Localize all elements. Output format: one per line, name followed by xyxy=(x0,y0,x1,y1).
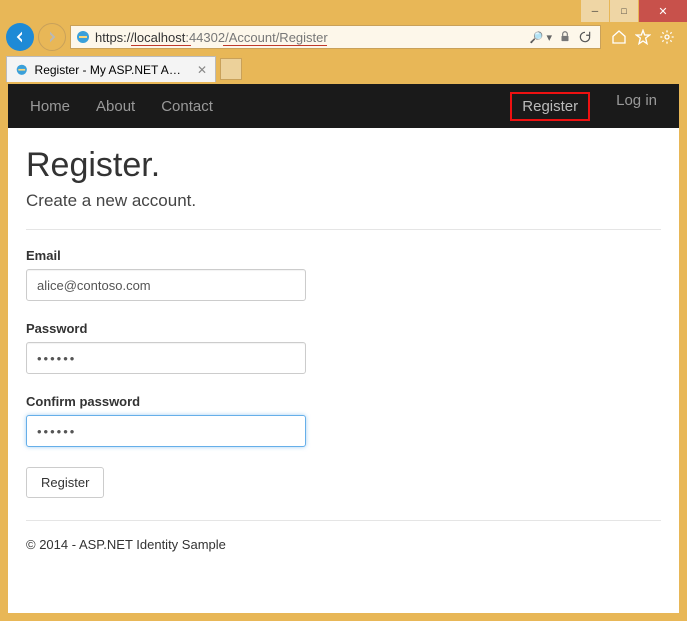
page-title: Register. xyxy=(26,146,661,185)
password-field[interactable] xyxy=(26,342,306,374)
url-underline-path xyxy=(223,45,327,46)
window-titlebar: ─ □ ✕ xyxy=(0,0,687,22)
tab-title: Register - My ASP.NET App... xyxy=(35,63,187,77)
email-field[interactable] xyxy=(26,269,306,301)
refresh-icon[interactable] xyxy=(578,30,592,44)
form-group-confirm: Confirm password xyxy=(26,394,661,447)
home-icon[interactable] xyxy=(611,29,627,45)
confirm-password-field[interactable] xyxy=(26,415,306,447)
url-host: localhost xyxy=(134,30,185,45)
address-bar[interactable]: https://localhost:44302/Account/Register… xyxy=(70,25,601,49)
nav-about[interactable]: About xyxy=(96,98,135,115)
page-body: Register. Create a new account. Email Pa… xyxy=(8,128,679,564)
page-viewport: Home About Contact Register Log in Regis… xyxy=(8,84,679,613)
form-group-password: Password xyxy=(26,321,661,374)
browser-toolbar: https://localhost:44302/Account/Register… xyxy=(0,22,687,52)
browser-tab[interactable]: Register - My ASP.NET App... ✕ xyxy=(6,56,216,82)
ie-icon xyxy=(15,63,29,77)
tab-strip: Register - My ASP.NET App... ✕ xyxy=(0,52,687,82)
nav-login[interactable]: Log in xyxy=(616,92,657,121)
address-right-controls: 🔎 ▾ xyxy=(530,30,596,44)
browser-chrome-icons xyxy=(605,29,681,45)
tab-close-button[interactable]: ✕ xyxy=(197,63,207,77)
site-navbar: Home About Contact Register Log in xyxy=(8,84,679,128)
page-subtitle: Create a new account. xyxy=(26,191,661,211)
url-scheme: https:// xyxy=(95,30,134,45)
nav-home[interactable]: Home xyxy=(30,98,70,115)
back-button[interactable] xyxy=(6,23,34,51)
search-dropdown-icon[interactable]: 🔎 ▾ xyxy=(530,31,552,44)
arrow-right-icon xyxy=(44,29,60,45)
window-close-button[interactable]: ✕ xyxy=(639,0,687,22)
forward-button[interactable] xyxy=(38,23,66,51)
gear-icon[interactable] xyxy=(659,29,675,45)
lock-icon xyxy=(558,30,572,44)
password-label: Password xyxy=(26,321,661,336)
email-label: Email xyxy=(26,248,661,263)
footer-text: © 2014 - ASP.NET Identity Sample xyxy=(26,520,661,552)
url-path: /Account/Register xyxy=(225,30,328,45)
window-maximize-button[interactable]: □ xyxy=(610,0,638,22)
url-port: :44302 xyxy=(185,30,225,45)
separator xyxy=(26,229,661,230)
url-underline-host xyxy=(131,45,191,46)
confirm-password-label: Confirm password xyxy=(26,394,661,409)
favorites-icon[interactable] xyxy=(635,29,651,45)
new-tab-button[interactable] xyxy=(220,58,242,80)
nav-register[interactable]: Register xyxy=(510,92,590,121)
nav-contact[interactable]: Contact xyxy=(161,98,213,115)
arrow-left-icon xyxy=(12,29,28,45)
register-button[interactable]: Register xyxy=(26,467,104,498)
window-minimize-button[interactable]: ─ xyxy=(581,0,609,22)
form-group-email: Email xyxy=(26,248,661,301)
ie-icon xyxy=(75,29,91,45)
